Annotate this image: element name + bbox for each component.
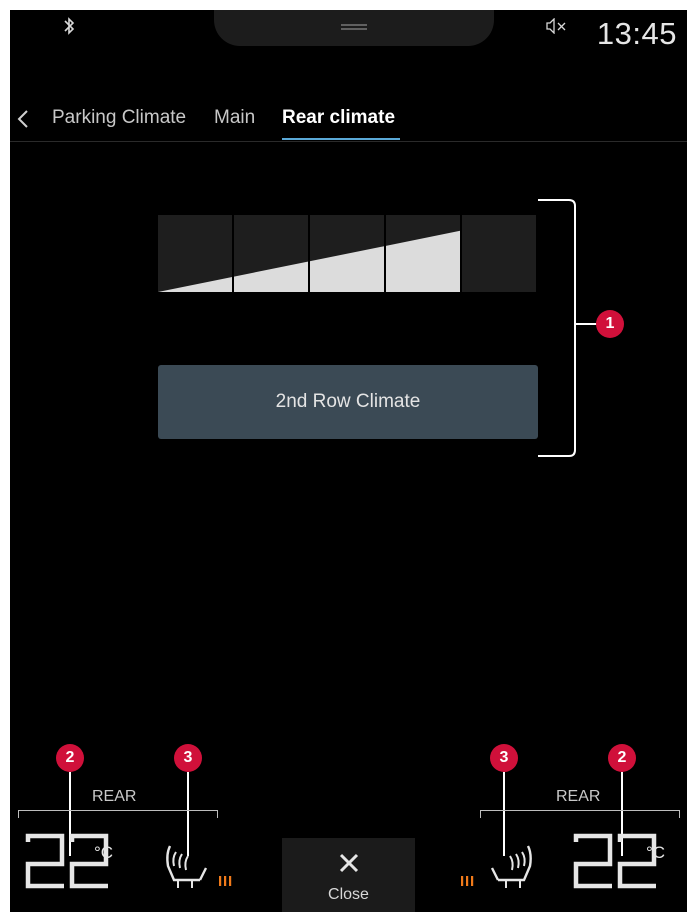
heat-level-bar bbox=[461, 876, 464, 886]
temperature-unit-right: °C bbox=[646, 843, 666, 862]
heat-level-bar bbox=[219, 876, 222, 886]
tab-main[interactable]: Main bbox=[214, 107, 255, 129]
callout-3-left: 3 bbox=[174, 744, 202, 772]
callout-3-right: 3 bbox=[490, 744, 518, 772]
close-icon bbox=[339, 853, 359, 873]
status-notch[interactable] bbox=[214, 10, 494, 46]
temperature-unit-left: °C bbox=[94, 843, 114, 862]
heat-level-bar bbox=[229, 876, 232, 886]
callout-2-left: 2 bbox=[56, 744, 84, 772]
rear-zone-line-right bbox=[480, 810, 680, 811]
tab-divider bbox=[10, 141, 687, 142]
close-button[interactable]: Close bbox=[282, 838, 415, 912]
chevron-left-icon[interactable] bbox=[16, 108, 30, 130]
rear-zone-tick bbox=[480, 810, 481, 818]
rear-zone-label-right: REAR bbox=[556, 788, 601, 805]
fan-level-5[interactable] bbox=[462, 215, 536, 292]
close-label: Close bbox=[328, 886, 369, 903]
fan-level-2[interactable] bbox=[234, 215, 308, 292]
clock: 13:45 bbox=[596, 16, 677, 51]
mute-icon bbox=[546, 18, 566, 34]
seat-heat-icon[interactable] bbox=[486, 842, 536, 892]
callout-2-right: 2 bbox=[608, 744, 636, 772]
bluetooth-icon bbox=[64, 17, 75, 35]
rear-zone-line-left bbox=[18, 810, 218, 811]
heat-level-bar bbox=[224, 876, 227, 886]
heat-level-bar bbox=[466, 876, 469, 886]
rear-zone-tick bbox=[679, 810, 680, 818]
seat-heat-icon[interactable] bbox=[162, 842, 212, 892]
climate-screen: 13:45 Parking Climate Main Rear climate … bbox=[10, 10, 687, 912]
drag-handle-icon bbox=[341, 24, 367, 30]
active-tab-indicator bbox=[282, 138, 400, 140]
fan-level-1[interactable] bbox=[158, 215, 232, 292]
tab-parking-climate[interactable]: Parking Climate bbox=[52, 107, 186, 129]
rear-zone-label-left: REAR bbox=[92, 788, 137, 805]
fan-level-3[interactable] bbox=[310, 215, 384, 292]
second-row-climate-button[interactable]: 2nd Row Climate bbox=[158, 365, 538, 439]
rear-zone-tick bbox=[217, 810, 218, 818]
fan-level-control bbox=[158, 215, 538, 292]
fan-level-4[interactable] bbox=[386, 215, 460, 292]
heat-level-bar bbox=[471, 876, 474, 886]
tab-rear-climate[interactable]: Rear climate bbox=[282, 107, 395, 129]
seat-heat-level-left bbox=[219, 876, 232, 886]
callout-1: 1 bbox=[596, 310, 624, 338]
rear-zone-tick bbox=[18, 810, 19, 818]
seat-heat-level-right bbox=[461, 876, 474, 886]
